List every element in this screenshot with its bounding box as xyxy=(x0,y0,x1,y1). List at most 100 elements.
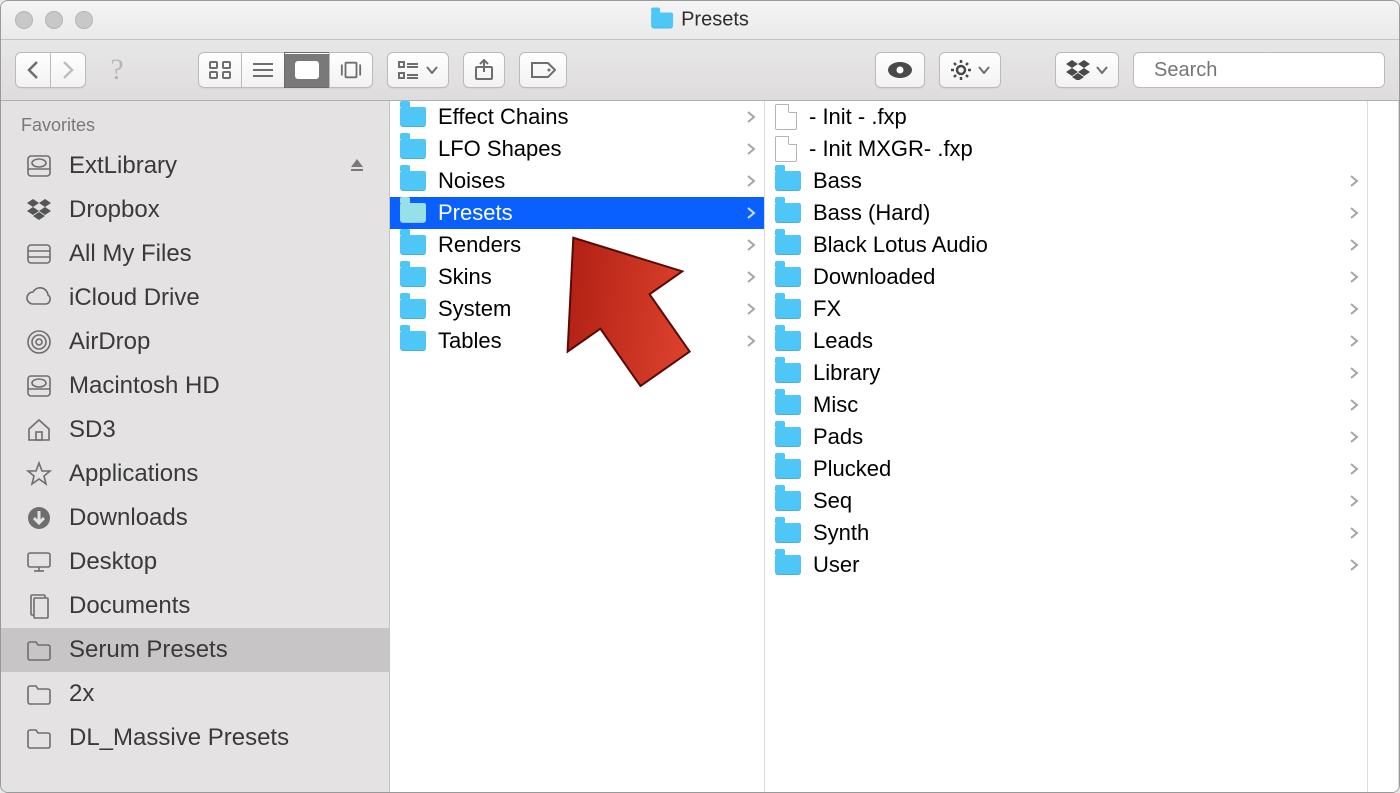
search-input[interactable] xyxy=(1152,58,1400,83)
list-item[interactable]: Tables xyxy=(390,325,764,357)
dropbox-toolbar-button[interactable] xyxy=(1055,52,1119,88)
list-item-label: Bass (Hard) xyxy=(813,200,930,226)
titlebar[interactable]: Presets xyxy=(1,1,1399,40)
chevron-right-icon xyxy=(1349,520,1359,546)
zoom-button[interactable] xyxy=(75,11,93,29)
forward-button[interactable] xyxy=(50,52,86,88)
chevron-right-icon xyxy=(1349,488,1359,514)
sidebar-item[interactable]: SD3 xyxy=(1,408,389,452)
group-by-button[interactable] xyxy=(387,52,449,88)
list-view-button[interactable] xyxy=(241,52,285,88)
list-item[interactable]: Downloaded xyxy=(765,261,1367,293)
list-item[interactable]: Renders xyxy=(390,229,764,261)
icon-view-button[interactable] xyxy=(198,52,242,88)
list-item[interactable]: Noises xyxy=(390,165,764,197)
list-item[interactable]: Presets xyxy=(390,197,764,229)
help-button[interactable]: ? xyxy=(100,53,134,87)
quicklook-button[interactable] xyxy=(875,52,925,88)
chevron-down-icon xyxy=(426,66,438,74)
folder-icon xyxy=(400,331,426,351)
sidebar-item[interactable]: ExtLibrary xyxy=(1,144,389,188)
sidebar-item[interactable]: iCloud Drive xyxy=(1,276,389,320)
list-item[interactable]: - Init - .fxp xyxy=(765,101,1367,133)
back-button[interactable] xyxy=(15,52,51,88)
list-item[interactable]: - Init MXGR- .fxp xyxy=(765,133,1367,165)
chevron-right-icon xyxy=(1349,552,1359,578)
list-item[interactable]: Skins xyxy=(390,261,764,293)
list-item[interactable]: System xyxy=(390,293,764,325)
traffic-lights xyxy=(1,11,93,29)
sidebar-item[interactable]: Downloads xyxy=(1,496,389,540)
sidebar-item-label: Downloads xyxy=(69,504,188,532)
chevron-right-icon xyxy=(746,104,756,130)
sidebar-item-label: Desktop xyxy=(69,548,157,576)
column-2[interactable]: - Init - .fxp - Init MXGR- .fxp Bass Bas… xyxy=(765,101,1368,792)
list-item[interactable]: LFO Shapes xyxy=(390,133,764,165)
search-field[interactable] xyxy=(1133,52,1385,88)
sidebar-item-label: Dropbox xyxy=(69,196,160,224)
list-item-label: Seq xyxy=(813,488,852,514)
sidebar-item[interactable]: Documents xyxy=(1,584,389,628)
list-item[interactable]: Bass xyxy=(765,165,1367,197)
column-view-button[interactable] xyxy=(284,52,330,88)
minimize-button[interactable] xyxy=(45,11,63,29)
folder-icon xyxy=(400,267,426,287)
folder-icon xyxy=(775,171,801,191)
list-item[interactable]: Library xyxy=(765,357,1367,389)
chevron-right-icon xyxy=(1349,264,1359,290)
sidebar-item[interactable]: All My Files xyxy=(1,232,389,276)
sidebar-item-label: ExtLibrary xyxy=(69,152,177,180)
sidebar-item[interactable]: Macintosh HD xyxy=(1,364,389,408)
chevron-right-icon xyxy=(746,296,756,322)
tags-button[interactable] xyxy=(519,52,567,88)
grid-icon xyxy=(209,61,231,79)
list-item-label: FX xyxy=(813,296,841,322)
sidebar-item[interactable]: Desktop xyxy=(1,540,389,584)
action-button[interactable] xyxy=(939,52,1001,88)
folder-icon xyxy=(775,395,801,415)
list-item[interactable]: Pads xyxy=(765,421,1367,453)
chevron-right-icon xyxy=(1349,200,1359,226)
folder-icon xyxy=(775,235,801,255)
folder-icon xyxy=(775,363,801,383)
sidebar-item[interactable]: Dropbox xyxy=(1,188,389,232)
list-item[interactable]: FX xyxy=(765,293,1367,325)
sidebar-item-label: Macintosh HD xyxy=(69,372,220,400)
list-item[interactable]: Black Lotus Audio xyxy=(765,229,1367,261)
list-item[interactable]: Leads xyxy=(765,325,1367,357)
sidebar-item-label: SD3 xyxy=(69,416,116,444)
sidebar-item[interactable]: 2x xyxy=(1,672,389,716)
list-item[interactable]: Seq xyxy=(765,485,1367,517)
sidebar-item[interactable]: Serum Presets xyxy=(1,628,389,672)
list-item-label: Tables xyxy=(438,328,502,354)
coverflow-icon xyxy=(340,61,362,79)
list-item-label: Black Lotus Audio xyxy=(813,232,988,258)
list-item[interactable]: Plucked xyxy=(765,453,1367,485)
list-item-label: Downloaded xyxy=(813,264,935,290)
list-item[interactable]: Misc xyxy=(765,389,1367,421)
list-item-label: LFO Shapes xyxy=(438,136,562,162)
eject-icon[interactable] xyxy=(349,152,365,180)
share-button[interactable] xyxy=(463,52,505,88)
list-item[interactable]: Effect Chains xyxy=(390,101,764,133)
list-item-label: User xyxy=(813,552,859,578)
list-item-label: System xyxy=(438,296,511,322)
sidebar-heading-favorites: Favorites xyxy=(1,101,389,144)
sidebar: Favorites ExtLibrary Dropbox All My File… xyxy=(1,101,390,792)
file-icon xyxy=(775,136,797,162)
list-item[interactable]: Bass (Hard) xyxy=(765,197,1367,229)
list-item[interactable]: User xyxy=(765,549,1367,581)
list-item[interactable]: Synth xyxy=(765,517,1367,549)
chevron-right-icon xyxy=(746,136,756,162)
dropbox-icon xyxy=(1066,60,1090,80)
window-title: Presets xyxy=(651,9,749,32)
column-1[interactable]: Effect Chains LFO Shapes Noises Presets … xyxy=(390,101,765,792)
close-button[interactable] xyxy=(15,11,33,29)
column-3[interactable] xyxy=(1368,101,1399,792)
sidebar-item-label: iCloud Drive xyxy=(69,284,200,312)
gallery-view-button[interactable] xyxy=(329,52,373,88)
sidebar-item[interactable]: DL_Massive Presets xyxy=(1,716,389,760)
sidebar-item[interactable]: Applications xyxy=(1,452,389,496)
sidebar-item-label: All My Files xyxy=(69,240,192,268)
sidebar-item[interactable]: AirDrop xyxy=(1,320,389,364)
